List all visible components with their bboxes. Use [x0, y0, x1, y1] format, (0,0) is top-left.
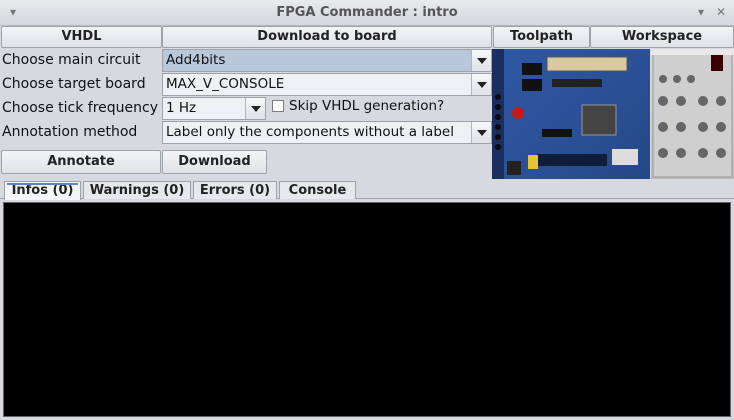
download-to-board-button[interactable]: Download to board — [162, 26, 492, 48]
target-board-value: MAX_V_CONSOLE — [166, 76, 285, 92]
chevron-down-icon[interactable] — [471, 122, 491, 143]
title-bar: ▾ FPGA Commander : intro ▾ ✕ — [0, 0, 734, 26]
skip-vhdl-checkbox[interactable] — [272, 100, 284, 112]
tab-infos[interactable]: Infos (0) — [4, 181, 81, 200]
main-circuit-label: Choose main circuit — [2, 52, 141, 68]
window-title: FPGA Commander : intro — [276, 5, 458, 20]
main-circuit-value: Add4bits — [166, 52, 226, 68]
vhdl-button[interactable]: VHDL — [1, 26, 162, 48]
tick-frequency-label: Choose tick frequency — [2, 100, 158, 116]
tick-frequency-value: 1 Hz — [166, 100, 197, 116]
toolpath-button[interactable]: Toolpath — [493, 26, 590, 48]
target-board-select[interactable]: MAX_V_CONSOLE — [162, 73, 492, 96]
console-illustration — [651, 49, 734, 178]
workspace-button[interactable]: Workspace — [590, 26, 734, 48]
board-illustration — [492, 49, 638, 179]
close-icon[interactable]: ✕ — [714, 5, 728, 19]
skip-vhdl-label[interactable]: Skip VHDL generation? — [289, 98, 444, 114]
annotation-method-select[interactable]: Label only the components without a labe… — [162, 121, 492, 144]
chevron-down-icon[interactable] — [245, 98, 265, 119]
tab-warnings[interactable]: Warnings (0) — [83, 181, 191, 199]
tab-console[interactable]: Console — [279, 181, 356, 199]
log-output-area[interactable] — [3, 202, 731, 417]
chevron-down-icon[interactable] — [471, 74, 491, 95]
annotation-method-label: Annotation method — [2, 124, 138, 140]
tick-frequency-select[interactable]: 1 Hz — [162, 97, 266, 120]
fpga-board-image — [492, 49, 650, 179]
chevron-down-icon[interactable] — [471, 50, 491, 71]
console-board-image — [651, 49, 734, 179]
tab-errors[interactable]: Errors (0) — [193, 181, 277, 199]
target-board-label: Choose target board — [2, 76, 146, 92]
annotate-button[interactable]: Annotate — [1, 150, 161, 174]
main-circuit-select[interactable]: Add4bits — [162, 49, 492, 72]
annotation-method-value: Label only the components without a labe… — [166, 124, 454, 140]
minimize-icon[interactable]: ▾ — [694, 5, 708, 19]
download-button[interactable]: Download — [162, 150, 267, 174]
